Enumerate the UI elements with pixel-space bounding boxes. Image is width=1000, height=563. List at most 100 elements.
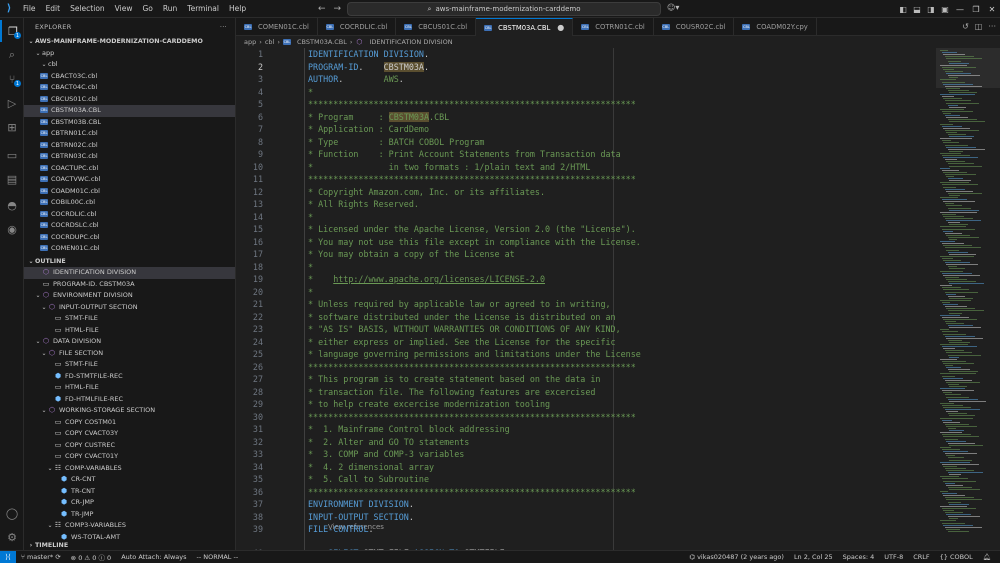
repo-root[interactable]: ⌄AWS-MAINFRAME-MODERNIZATION-CARDDEMO xyxy=(24,36,235,48)
menu-terminal[interactable]: Terminal xyxy=(182,0,224,18)
code-line[interactable]: 7 * Application : CardDemo xyxy=(236,123,936,136)
more-actions-icon[interactable]: ··· xyxy=(988,18,996,36)
code-line[interactable]: 10 * in two formats : 1/plain text and 2/… xyxy=(236,161,936,174)
code-line[interactable]: 21 * Unless required by applicable law or… xyxy=(236,298,936,311)
folder-app[interactable]: ⌄app xyxy=(24,48,235,60)
folder-cbl[interactable]: ⌄cbl xyxy=(24,59,235,71)
code-line[interactable]: 25 * language governing permissions and l… xyxy=(236,348,936,361)
indentation-indicator[interactable]: Spaces: 4 xyxy=(838,551,880,563)
split-editor-icon[interactable]: ◫ xyxy=(975,18,983,36)
outline-item[interactable]: ⌄ ☷ COMP-VARIABLES xyxy=(24,463,235,475)
problems-indicator[interactable]: ⊗ 0 ⚠ 0 ⓘ 0 xyxy=(66,552,117,562)
code-line[interactable]: 35 * 5. Call to Subroutine xyxy=(236,473,936,486)
code-line[interactable]: 22 * software distributed under the Licen… xyxy=(236,311,936,324)
outline-item[interactable]: ⬢ FD-HTMLFILE-REC xyxy=(24,394,235,406)
breadcrumb-item[interactable]: app xyxy=(244,38,256,46)
editor-tab[interactable]: CBL COADM02Y.cpy xyxy=(734,18,817,36)
file-item[interactable]: CBL COACTVWC.cbl xyxy=(24,174,235,186)
file-item[interactable]: CBL CBACT03C.cbl xyxy=(24,71,235,83)
editor-tab[interactable]: CBL COMEN01C.cbl xyxy=(236,18,318,36)
forward-arrow-icon[interactable]: → xyxy=(334,0,342,18)
outline-item[interactable]: ▭ PROGRAM-ID. CBSTM03A xyxy=(24,279,235,291)
toggle-panel-icon[interactable]: ⬓ xyxy=(910,0,924,18)
code-line[interactable]: 23 * "AS IS" BASIS, WITHOUT WARRANTIES OR… xyxy=(236,323,936,336)
menu-go[interactable]: Go xyxy=(137,0,157,18)
outline-item[interactable]: ⌄ ⬡ WORKING-STORAGE SECTION xyxy=(24,405,235,417)
outline-item[interactable]: ⬢ CR-JMP xyxy=(24,497,235,509)
outline-item[interactable]: ▭ COPY CVACT01Y xyxy=(24,451,235,463)
branch-indicator[interactable]: ⑂ master* ⟳ xyxy=(16,553,66,561)
code-line[interactable]: 31 * 1. Mainframe Control block addressin… xyxy=(236,423,936,436)
settings-gear-icon[interactable]: ⚙ xyxy=(0,526,24,548)
outline-item[interactable]: ⬢ FD-STMTFILE-REC xyxy=(24,371,235,383)
command-center-search[interactable]: ⌕ aws-mainframe-modernization-carddemo xyxy=(347,2,661,16)
minimap[interactable] xyxy=(936,48,1000,550)
menu-file[interactable]: File xyxy=(18,0,41,18)
code-line[interactable]: 6 * Program : CBSTM03A.CBL xyxy=(236,111,936,124)
code-line[interactable]: 16 * You may not use this file except in … xyxy=(236,236,936,249)
remote-explorer-icon[interactable]: ▭ xyxy=(0,144,24,166)
code-line[interactable]: 3 AUTHOR. AWS. xyxy=(236,73,936,86)
cursor-position[interactable]: Ln 2, Col 25 xyxy=(789,551,838,563)
remote-indicator-icon[interactable]: ⟩⟨ xyxy=(0,550,16,563)
code-line[interactable]: 33 * 3. COMP and COMP-3 variables xyxy=(236,448,936,461)
folder-icon[interactable]: ▤ xyxy=(0,168,24,190)
editor-tab[interactable]: CBL COUSR02C.cbl xyxy=(654,18,735,36)
code-line[interactable]: 17 * You may obtain a copy of the License… xyxy=(236,248,936,261)
unsaved-dot-icon[interactable]: ● xyxy=(557,23,564,32)
code-line[interactable]: 14 * xyxy=(236,211,936,224)
code-line[interactable]: 2 PROGRAM-ID. CBSTM03A. xyxy=(236,61,936,74)
timeline-history-icon[interactable]: ↺ xyxy=(962,18,969,36)
explorer-icon[interactable]: ❐ 1 xyxy=(0,20,24,42)
notifications-bell-icon[interactable]: 🔔︎ xyxy=(978,551,996,563)
outline-item[interactable]: ⬡ IDENTIFICATION DIVISION xyxy=(24,267,235,279)
copilot-icon[interactable]: ☺▾ xyxy=(667,3,679,12)
breadcrumb-item[interactable]: CBSTM03A.CBL xyxy=(297,38,347,46)
code-line[interactable]: 1 IDENTIFICATION DIVISION. xyxy=(236,48,936,61)
outline-item[interactable]: ▭ COPY CVACT03Y xyxy=(24,428,235,440)
code-line[interactable]: 36 **************************************… xyxy=(236,486,936,499)
outline-item[interactable]: ⬢ TR-CNT xyxy=(24,486,235,498)
outline-item[interactable]: ⌄ ⬡ ENVIRONMENT DIVISION xyxy=(24,290,235,302)
encoding-indicator[interactable]: UTF-8 xyxy=(879,551,908,563)
code-line[interactable]: 28 * transaction file. The following feat… xyxy=(236,386,936,399)
outline-header[interactable]: ⌄OUTLINE xyxy=(24,256,235,268)
file-item[interactable]: CBL CBCUS01C.cbl xyxy=(24,94,235,106)
code-line[interactable]: 18 * xyxy=(236,261,936,274)
breadcrumb-item[interactable]: cbl xyxy=(265,38,275,46)
customize-layout-icon[interactable]: ▣ xyxy=(938,0,952,18)
menu-view[interactable]: View xyxy=(110,0,138,18)
git-blame-indicator[interactable]: ⌬ vikas020487 (2 years ago) xyxy=(684,551,789,563)
menu-edit[interactable]: Edit xyxy=(41,0,66,18)
file-item[interactable]: CBL COMEN01C.cbl xyxy=(24,243,235,255)
restore-icon[interactable]: ❐ xyxy=(968,0,984,18)
code-line[interactable]: 30 **************************************… xyxy=(236,411,936,424)
code-line[interactable]: 11 **************************************… xyxy=(236,173,936,186)
minimize-icon[interactable]: — xyxy=(952,0,968,18)
menu-help[interactable]: Help xyxy=(224,0,251,18)
file-item[interactable]: CBL COACTUPC.cbl xyxy=(24,163,235,175)
code-line[interactable]: 4 * xyxy=(236,86,936,99)
auto-attach-indicator[interactable]: Auto Attach: Always xyxy=(116,553,191,561)
code-line[interactable]: 5 ***************************************… xyxy=(236,98,936,111)
source-control-icon[interactable]: ⑂ 1 xyxy=(0,68,24,90)
outline-item[interactable]: ⌄ ☷ COMP3-VARIABLES xyxy=(24,520,235,532)
code-editor[interactable]: View references 1 IDENTIFICATION DIVISION… xyxy=(236,48,936,550)
code-line[interactable]: 20 * xyxy=(236,286,936,299)
file-item[interactable]: CBL COBIL00C.cbl xyxy=(24,197,235,209)
file-item[interactable]: CBL COADM01C.cbl xyxy=(24,186,235,198)
file-item[interactable]: CBL CBSTM03B.CBL xyxy=(24,117,235,129)
outline-item[interactable]: ⌄ ⬡ DATA DIVISION xyxy=(24,336,235,348)
file-item[interactable]: CBL CBSTM03A.CBL xyxy=(24,105,235,117)
docker-icon[interactable]: ◓ xyxy=(0,194,24,216)
search-activity-icon[interactable]: ⌕ xyxy=(0,44,24,66)
code-line[interactable]: 34 * 4. 2 dimensional array xyxy=(236,461,936,474)
code-line[interactable]: 32 * 2. Alter and GO TO statements xyxy=(236,436,936,449)
breadcrumb-item[interactable]: IDENTIFICATION DIVISION xyxy=(369,38,452,46)
code-line[interactable]: 27 * This program is to create statement … xyxy=(236,373,936,386)
extensions-icon[interactable]: ⊞ xyxy=(0,116,24,138)
editor-tab[interactable]: CBL COCRDLIC.cbl xyxy=(318,18,397,36)
toggle-secondary-sidebar-icon[interactable]: ◨ xyxy=(924,0,938,18)
outline-item[interactable]: ⌄ ⬡ INPUT-OUTPUT SECTION xyxy=(24,302,235,314)
code-line[interactable]: 19 * http://www.apache.org/licenses/LICEN… xyxy=(236,273,936,286)
